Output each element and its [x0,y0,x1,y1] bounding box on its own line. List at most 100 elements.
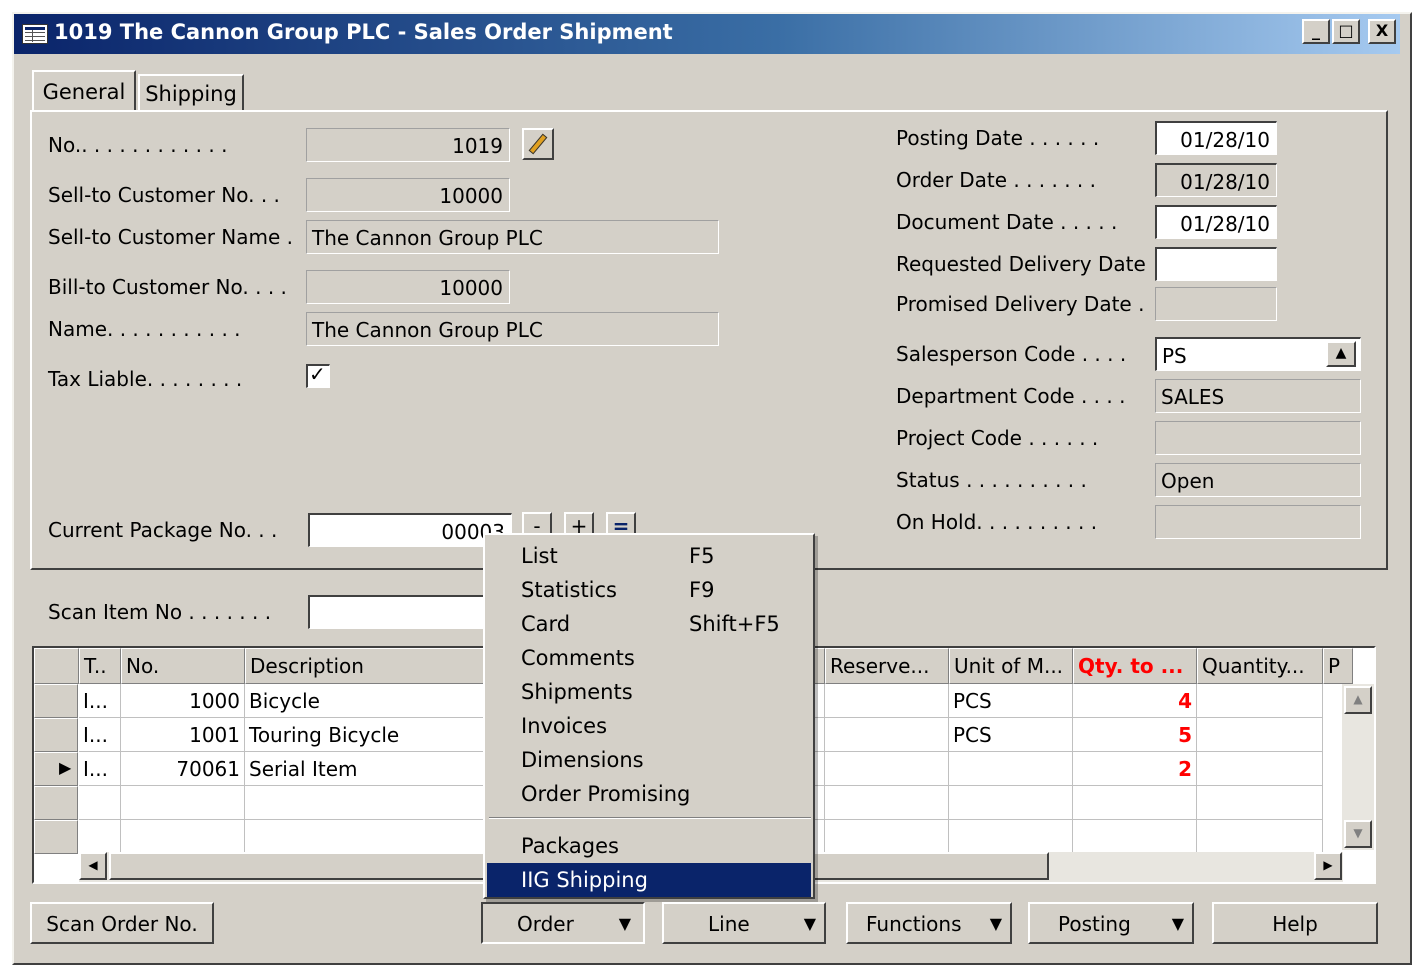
row2-quantity-cell[interactable] [1197,718,1323,752]
column-header-p[interactable]: P [1323,648,1353,684]
menu-item-list[interactable]: List F5 [487,539,811,573]
column-header-unit-of-measure[interactable]: Unit of M... [949,648,1073,684]
empty-cell[interactable] [1073,786,1197,820]
row1-qty-to-cell[interactable]: 4 [1073,684,1197,718]
row2-reserved-cell[interactable] [825,718,949,752]
department-code-field[interactable]: SALES [1155,379,1361,413]
row3-qty-to-cell[interactable]: 2 [1073,752,1197,786]
scroll-up-button[interactable]: ▲ [1344,686,1372,714]
requested-delivery-date-label: Requested Delivery Date [896,252,1146,276]
tab-general[interactable]: General [32,70,136,112]
sell-to-customer-name-label: Sell-to Customer Name . [48,225,293,249]
row3-unit-cell[interactable] [949,752,1073,786]
empty-cell[interactable] [949,820,1073,854]
menu-item-card[interactable]: Card Shift+F5 [487,607,811,641]
menu-item-label: List [521,544,558,568]
order-dropdown-menu: List F5 Statistics F9 Card Shift+F5 Comm… [483,533,815,899]
row2-qty-to-cell[interactable]: 5 [1073,718,1197,752]
empty-cell[interactable] [825,820,949,854]
tax-liable-checkbox[interactable]: ✓ [306,362,330,388]
column-header-type[interactable]: T.. [79,648,121,684]
empty-cell[interactable] [1197,786,1323,820]
name-label: Name. . . . . . . . . . . [48,317,241,341]
menu-item-shipments[interactable]: Shipments [487,675,811,709]
empty-cell[interactable] [79,786,121,820]
posting-menu-button[interactable]: Posting ▼ [1028,902,1194,944]
row-selector[interactable] [34,684,78,718]
menu-separator [489,817,811,819]
column-header-quantity[interactable]: Quantity... [1197,648,1323,684]
on-hold-field[interactable] [1155,505,1361,539]
row-selector[interactable] [34,820,78,854]
name-field[interactable]: The Cannon Group PLC [306,312,719,346]
empty-cell[interactable] [1197,820,1323,854]
row3-no-cell[interactable]: 70061 [121,752,245,786]
bill-to-customer-no-field[interactable]: 10000 [306,270,510,304]
posting-date-label: Posting Date . . . . . . [896,126,1100,150]
row1-unit-cell[interactable]: PCS [949,684,1073,718]
line-menu-button[interactable]: Line ▼ [662,902,826,944]
menu-item-statistics[interactable]: Statistics F9 [487,573,811,607]
menu-item-iig-shipping[interactable]: IIG Shipping [487,863,811,897]
menu-item-label: Shipments [521,680,633,704]
minimize-button[interactable]: _ [1302,19,1330,44]
column-header-reserved[interactable]: Reserve... [825,648,949,684]
row3-reserved-cell[interactable] [825,752,949,786]
menu-item-label: Dimensions [521,748,644,772]
maximize-button[interactable]: □ [1332,19,1360,44]
project-code-field[interactable] [1155,421,1361,455]
menu-item-comments[interactable]: Comments [487,641,811,675]
scroll-right-button[interactable]: ▶ [1314,852,1342,880]
row1-quantity-cell[interactable] [1197,684,1323,718]
menu-item-invoices[interactable]: Invoices [487,709,811,743]
row2-type-cell[interactable]: I... [79,718,121,752]
edit-pencil-button[interactable] [522,128,554,160]
on-hold-label: On Hold. . . . . . . . . . [896,510,1098,534]
row-selector[interactable] [34,786,78,820]
menu-item-order-promising[interactable]: Order Promising [487,777,811,811]
salesperson-lookup-button[interactable]: ▲ [1326,341,1356,367]
empty-cell[interactable] [1073,820,1197,854]
sell-to-customer-no-field[interactable]: 10000 [306,178,510,212]
empty-cell[interactable] [121,820,245,854]
empty-cell[interactable] [825,786,949,820]
document-date-input[interactable]: 01/28/10 [1155,205,1277,239]
close-button[interactable]: X [1368,19,1396,44]
posting-menu-label: Posting [1058,912,1131,936]
scroll-down-button[interactable]: ▼ [1344,820,1372,848]
row2-no-cell[interactable]: 1001 [121,718,245,752]
dropdown-arrow-icon: ▼ [1171,914,1184,933]
requested-delivery-date-input[interactable] [1155,247,1277,281]
row-selector-current[interactable]: ▶ [34,752,78,786]
order-menu-button[interactable]: Order ▼ [481,902,645,944]
row2-unit-cell[interactable]: PCS [949,718,1073,752]
current-package-no-input[interactable]: 00003 [308,513,512,547]
empty-cell[interactable] [79,820,121,854]
row3-quantity-cell[interactable] [1197,752,1323,786]
empty-cell[interactable] [121,786,245,820]
sell-to-customer-name-field[interactable]: The Cannon Group PLC [306,220,719,254]
row1-no-cell[interactable]: 1000 [121,684,245,718]
row-selector[interactable] [34,718,78,752]
help-button[interactable]: Help [1212,902,1378,944]
status-label: Status . . . . . . . . . . [896,468,1087,492]
functions-menu-button[interactable]: Functions ▼ [846,902,1012,944]
column-header-qty-to[interactable]: Qty. to ... [1073,648,1197,684]
column-header-no[interactable]: No. [121,648,245,684]
tab-shipping[interactable]: Shipping [138,74,244,112]
empty-cell[interactable] [949,786,1073,820]
order-date-field[interactable]: 01/28/10 [1155,163,1277,197]
menu-item-packages[interactable]: Packages [487,829,811,863]
scroll-left-button[interactable]: ◀ [79,852,107,880]
status-field[interactable]: Open [1155,463,1361,497]
scan-item-no-input[interactable] [308,595,512,629]
scan-order-no-button[interactable]: Scan Order No. [30,902,214,944]
row1-reserved-cell[interactable] [825,684,949,718]
posting-date-input[interactable]: 01/28/10 [1155,121,1277,155]
row1-type-cell[interactable]: I... [79,684,121,718]
promised-delivery-date-field[interactable] [1155,287,1277,321]
no-field[interactable]: 1019 [306,128,510,162]
arrow-right-icon: ▶ [1323,858,1333,872]
row3-type-cell[interactable]: I... [79,752,121,786]
menu-item-dimensions[interactable]: Dimensions [487,743,811,777]
